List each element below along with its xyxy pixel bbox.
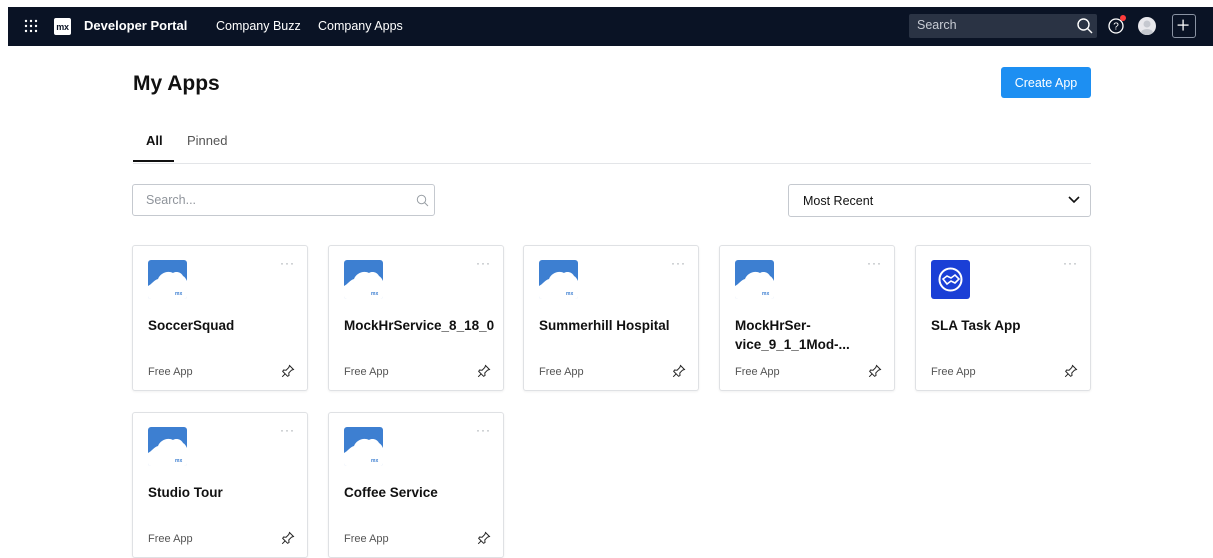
app-type-label: Free App [931,366,976,378]
mendix-cloud-icon: mx [735,260,774,299]
app-filter-tabs: All Pinned [133,128,1091,164]
svg-text:mx: mx [566,291,573,297]
mendix-cloud-icon: mx [148,260,187,299]
app-name[interactable]: Summerhill Hospital [539,316,689,335]
sort-dropdown[interactable]: Most Recent [788,184,1091,217]
search-icon[interactable] [1076,17,1094,35]
svg-text:mx: mx [175,291,182,297]
svg-text:mx: mx [175,458,182,464]
app-card[interactable]: ··· SLA Task App Free App [915,245,1091,391]
app-search-input[interactable] [146,193,396,207]
nav-link-company-apps[interactable]: Company Apps [318,19,403,33]
app-name[interactable]: Coffee Service [344,483,494,502]
plus-icon [1177,19,1189,31]
mendix-logo[interactable]: mx [54,18,71,35]
more-options-icon[interactable]: ··· [280,256,295,270]
app-card[interactable]: mx ··· MockHrService_8_18_0 Free App [328,245,504,391]
more-options-icon[interactable]: ··· [671,256,686,270]
app-type-label: Free App [344,533,389,545]
app-type-label: Free App [148,366,193,378]
app-switcher-grid-icon[interactable] [23,18,39,34]
more-options-icon[interactable]: ··· [1063,256,1078,270]
handshake-icon [931,260,970,299]
sort-selected-value: Most Recent [803,194,874,208]
app-card[interactable]: mx ··· Studio Tour Free App [132,412,308,558]
more-options-icon[interactable]: ··· [867,256,882,270]
app-search[interactable] [132,184,435,216]
tab-pinned[interactable]: Pinned [187,133,227,148]
user-avatar[interactable] [1138,17,1156,35]
nav-link-company-buzz[interactable]: Company Buzz [216,19,301,33]
app-type-label: Free App [539,366,584,378]
create-app-button[interactable]: Create App [1001,67,1091,98]
user-silhouette-icon [1141,20,1153,35]
active-tab-indicator [133,160,174,162]
brand-title[interactable]: Developer Portal [84,18,187,33]
svg-text:?: ? [1113,22,1119,33]
app-name[interactable]: MockHrSer-vice_9_1_1Mod-... [735,316,885,354]
mendix-cloud-icon: mx [539,260,578,299]
page-title: My Apps [133,72,220,95]
tab-all[interactable]: All [146,133,163,148]
more-options-icon[interactable]: ··· [476,256,491,270]
svg-text:mx: mx [371,291,378,297]
app-name[interactable]: SLA Task App [931,316,1081,335]
app-type-label: Free App [735,366,780,378]
app-name[interactable]: MockHrService_8_18_0 [344,316,494,335]
app-type-label: Free App [344,366,389,378]
pin-icon[interactable] [281,364,295,378]
mendix-cloud-icon: mx [148,427,187,466]
notification-dot [1120,15,1126,21]
pin-icon[interactable] [672,364,686,378]
app-card[interactable]: mx ··· Summerhill Hospital Free App [523,245,699,391]
pin-icon[interactable] [281,531,295,545]
app-name[interactable]: SoccerSquad [148,316,298,335]
pin-icon[interactable] [1064,364,1078,378]
mendix-cloud-icon: mx [344,427,383,466]
global-search-input[interactable] [917,18,1067,32]
more-options-icon[interactable]: ··· [476,423,491,437]
app-card[interactable]: mx ··· MockHrSer-vice_9_1_1Mod-... Free … [719,245,895,391]
svg-text:mx: mx [371,458,378,464]
add-button[interactable] [1172,14,1196,38]
app-card[interactable]: mx ··· Coffee Service Free App [328,412,504,558]
global-search[interactable] [909,14,1097,38]
app-type-label: Free App [148,533,193,545]
app-card[interactable]: mx ··· SoccerSquad Free App [132,245,308,391]
top-nav-bar: mx Developer Portal Company Buzz Company… [8,7,1213,46]
search-icon[interactable] [416,194,429,207]
app-name[interactable]: Studio Tour [148,483,298,502]
pin-icon[interactable] [868,364,882,378]
chevron-down-icon [1068,196,1080,204]
pin-icon[interactable] [477,531,491,545]
mendix-cloud-icon: mx [344,260,383,299]
svg-text:mx: mx [762,291,769,297]
more-options-icon[interactable]: ··· [280,423,295,437]
pin-icon[interactable] [477,364,491,378]
